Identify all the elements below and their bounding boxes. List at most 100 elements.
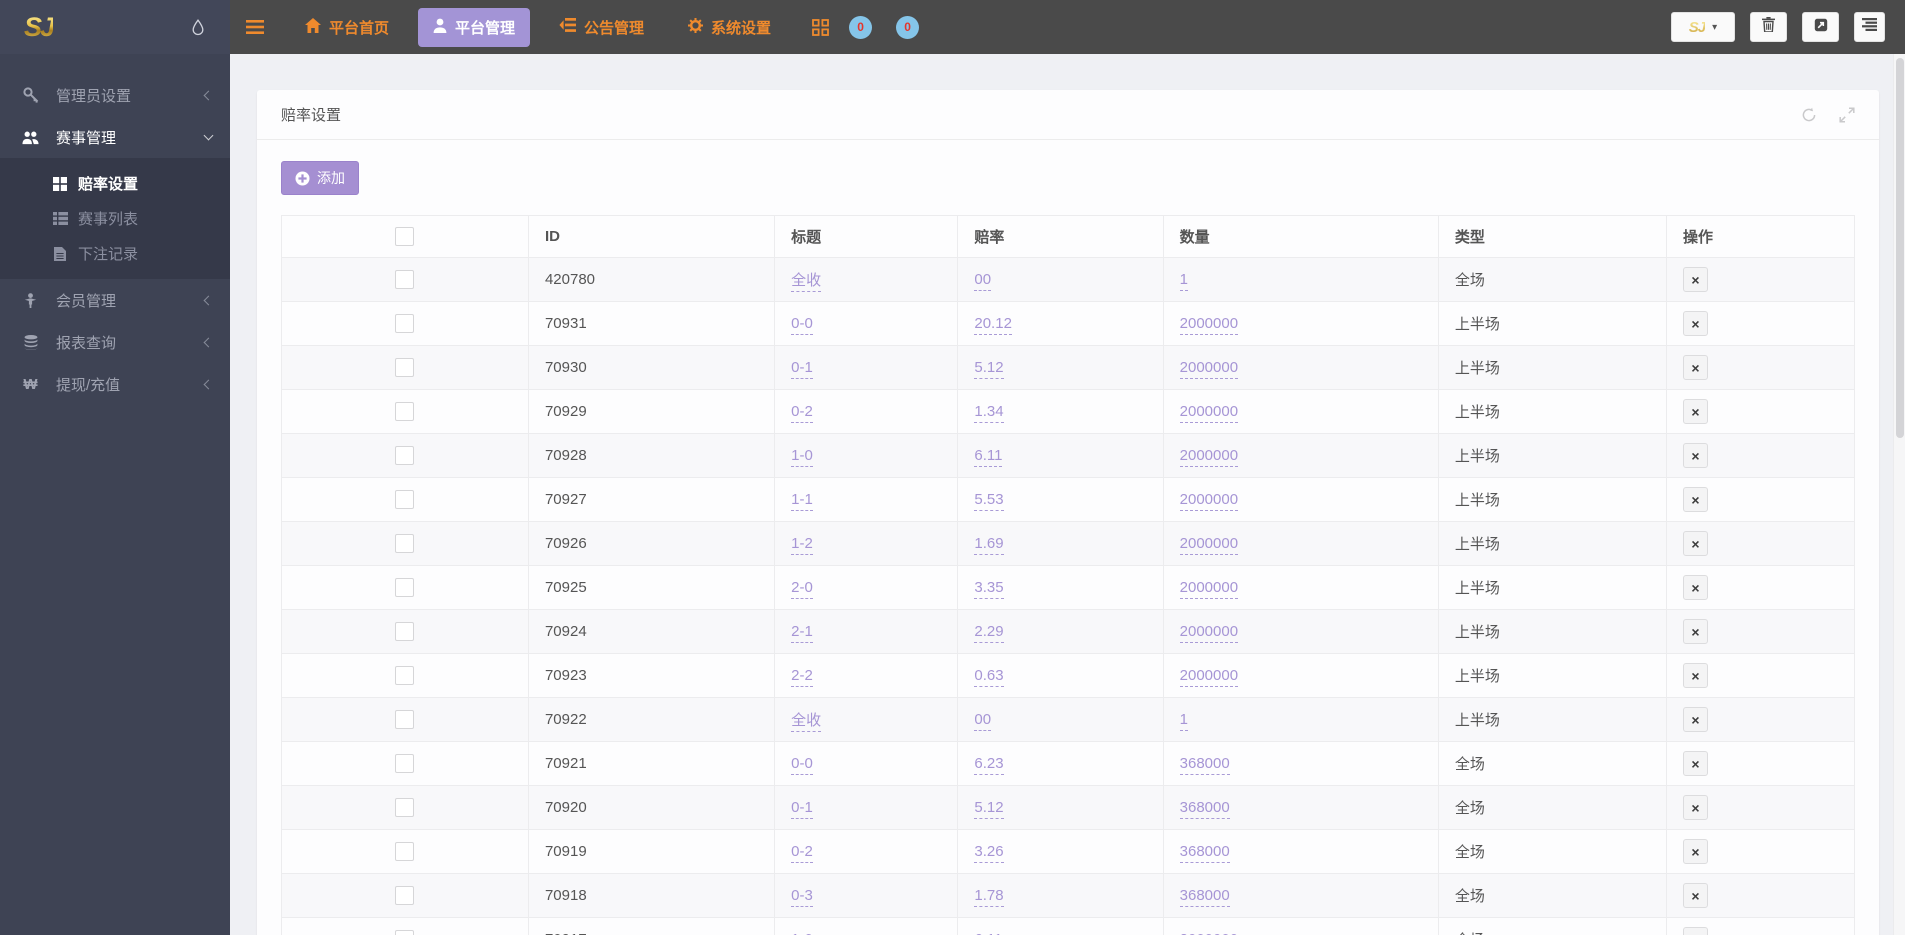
row-delete-button[interactable]: ×: [1682, 355, 1708, 380]
row-delete-button[interactable]: ×: [1682, 927, 1708, 935]
row-delete-button[interactable]: ×: [1682, 707, 1708, 732]
row-qty-link[interactable]: 2000000: [1179, 931, 1239, 935]
row-odds-link[interactable]: 3.26: [974, 843, 1004, 863]
hamburger-menu-icon[interactable]: [246, 20, 264, 34]
notification-badge[interactable]: 0: [849, 15, 873, 39]
row-checkbox[interactable]: [395, 798, 415, 817]
row-checkbox[interactable]: [395, 534, 415, 553]
row-title-link[interactable]: 全收: [791, 272, 822, 292]
row-qty-link[interactable]: 2000000: [1179, 403, 1239, 423]
row-checkbox[interactable]: [395, 842, 415, 861]
row-odds-link[interactable]: 2.29: [974, 623, 1004, 643]
row-delete-button[interactable]: ×: [1682, 531, 1708, 556]
scrollbar-thumb[interactable]: [1896, 58, 1904, 438]
row-qty-link[interactable]: 368000: [1179, 843, 1230, 863]
sidebar-item-withdraw-deposit[interactable]: ₩ 提现/充值: [0, 363, 230, 405]
row-delete-button[interactable]: ×: [1682, 399, 1708, 424]
row-checkbox[interactable]: [395, 270, 415, 289]
row-delete-button[interactable]: ×: [1682, 663, 1708, 688]
row-title-link[interactable]: 0-0: [791, 315, 813, 335]
row-checkbox[interactable]: [395, 710, 415, 729]
row-checkbox[interactable]: [395, 490, 415, 509]
row-qty-link[interactable]: 1: [1179, 711, 1188, 731]
sidebar-item-member-manage[interactable]: 会员管理: [0, 279, 230, 321]
select-all-checkbox[interactable]: [395, 227, 415, 246]
row-title-link[interactable]: 1-0: [791, 447, 813, 467]
row-odds-link[interactable]: 00: [974, 711, 992, 731]
row-qty-link[interactable]: 368000: [1179, 799, 1230, 819]
sidebar-item-admin-settings[interactable]: 管理员设置: [0, 74, 230, 116]
nav-item-platform-manage[interactable]: 平台管理: [418, 7, 531, 47]
row-delete-button[interactable]: ×: [1682, 839, 1708, 864]
row-title-link[interactable]: 1-1: [791, 491, 813, 511]
row-odds-link[interactable]: 1.69: [974, 535, 1004, 555]
message-badge[interactable]: 0: [896, 15, 920, 39]
row-title-link[interactable]: 0-0: [791, 755, 813, 775]
row-checkbox[interactable]: [395, 886, 415, 905]
row-delete-button[interactable]: ×: [1682, 443, 1708, 468]
trash-button[interactable]: [1750, 12, 1787, 42]
row-checkbox[interactable]: [395, 402, 415, 421]
row-title-link[interactable]: 0-2: [791, 843, 813, 863]
row-title-link[interactable]: 2-0: [791, 579, 813, 599]
row-odds-link[interactable]: 00: [974, 271, 992, 291]
nav-item-system-settings[interactable]: 系统设置: [673, 8, 786, 47]
row-odds-link[interactable]: 0.63: [974, 667, 1004, 687]
row-checkbox[interactable]: [395, 666, 415, 685]
row-qty-link[interactable]: 2000000: [1179, 667, 1239, 687]
row-odds-link[interactable]: 6.11: [974, 447, 1003, 467]
row-qty-link[interactable]: 2000000: [1179, 447, 1239, 467]
row-checkbox[interactable]: [395, 754, 415, 773]
grid-apps-icon[interactable]: [812, 18, 829, 36]
row-title-link[interactable]: 1-2: [791, 535, 813, 555]
row-checkbox[interactable]: [395, 930, 415, 935]
row-odds-link[interactable]: 6.23: [974, 755, 1004, 775]
row-delete-button[interactable]: ×: [1682, 267, 1708, 292]
row-odds-link[interactable]: 3.35: [974, 579, 1004, 599]
row-qty-link[interactable]: 2000000: [1179, 491, 1239, 511]
row-title-link[interactable]: 0-1: [791, 359, 813, 379]
row-delete-button[interactable]: ×: [1682, 575, 1708, 600]
row-delete-button[interactable]: ×: [1682, 311, 1708, 336]
row-delete-button[interactable]: ×: [1682, 751, 1708, 776]
nav-item-platform-home[interactable]: 平台首页: [290, 8, 404, 47]
row-delete-button[interactable]: ×: [1682, 795, 1708, 820]
row-title-link[interactable]: 0-1: [791, 799, 813, 819]
add-button[interactable]: 添加: [281, 161, 359, 195]
sidebar-subitem-odds-settings[interactable]: 赔率设置: [0, 166, 230, 201]
row-odds-link[interactable]: 1.34: [974, 403, 1004, 423]
fullscreen-icon[interactable]: [1839, 106, 1855, 123]
row-qty-link[interactable]: 368000: [1179, 755, 1230, 775]
sidebar-subitem-match-list[interactable]: 赛事列表: [0, 201, 230, 236]
scrollbar[interactable]: [1893, 54, 1905, 935]
row-qty-link[interactable]: 2000000: [1179, 315, 1239, 335]
row-checkbox[interactable]: [395, 622, 415, 641]
row-delete-button[interactable]: ×: [1682, 487, 1708, 512]
sidebar-item-match-manage[interactable]: 赛事管理: [0, 116, 230, 158]
row-title-link[interactable]: 2-1: [791, 623, 813, 643]
nav-item-announcement-manage[interactable]: 公告管理: [544, 8, 659, 47]
row-qty-link[interactable]: 1: [1179, 271, 1188, 291]
sidebar-subitem-bet-records[interactable]: 下注记录: [0, 236, 230, 271]
row-qty-link[interactable]: 2000000: [1179, 359, 1239, 379]
refresh-icon[interactable]: [1801, 107, 1817, 123]
row-odds-link[interactable]: 1.78: [974, 887, 1004, 907]
row-delete-button[interactable]: ×: [1682, 883, 1708, 908]
row-qty-link[interactable]: 2000000: [1179, 579, 1239, 599]
row-qty-link[interactable]: 368000: [1179, 887, 1230, 907]
row-checkbox[interactable]: [395, 578, 415, 597]
user-dropdown-button[interactable]: SJ ▾: [1671, 12, 1735, 42]
row-odds-link[interactable]: 6.11: [974, 931, 1003, 935]
row-odds-link[interactable]: 20.12: [974, 315, 1012, 335]
sidebar-item-report-query[interactable]: 报表查询: [0, 321, 230, 363]
row-checkbox[interactable]: [395, 446, 415, 465]
row-checkbox[interactable]: [395, 314, 415, 333]
row-delete-button[interactable]: ×: [1682, 619, 1708, 644]
row-qty-link[interactable]: 2000000: [1179, 535, 1239, 555]
row-title-link[interactable]: 1-0: [791, 931, 813, 935]
row-title-link[interactable]: 全收: [791, 712, 822, 732]
task-list-button[interactable]: [1854, 12, 1885, 42]
row-odds-link[interactable]: 5.12: [974, 799, 1004, 819]
row-title-link[interactable]: 2-2: [791, 667, 813, 687]
row-checkbox[interactable]: [395, 358, 415, 377]
